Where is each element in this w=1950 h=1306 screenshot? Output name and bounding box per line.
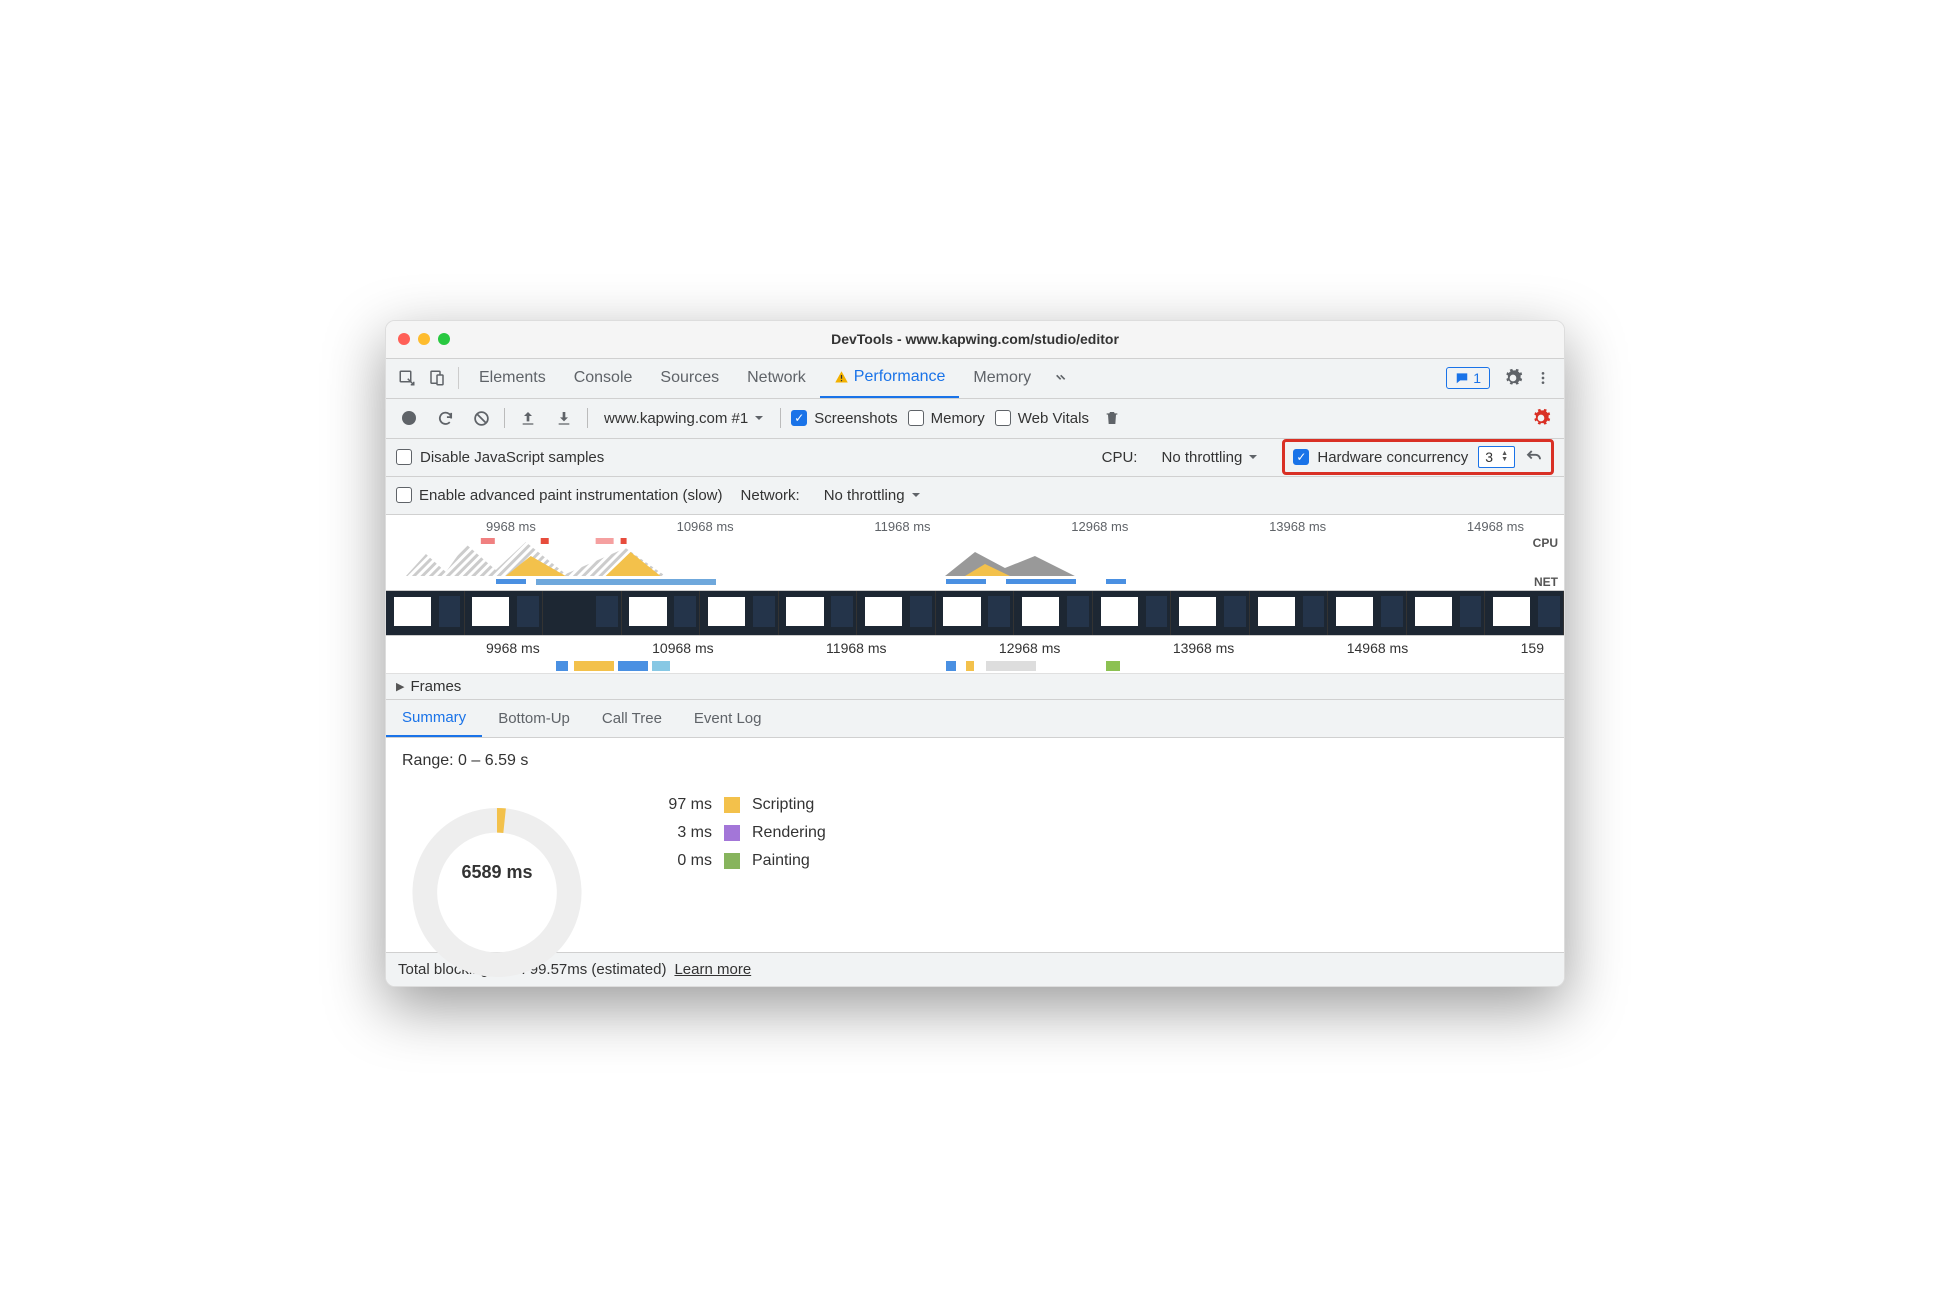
- titlebar: DevTools - www.kapwing.com/studio/editor: [386, 321, 1564, 359]
- chevron-down-icon: [1248, 452, 1258, 462]
- tab-elements[interactable]: Elements: [465, 358, 560, 398]
- learn-more-link[interactable]: Learn more: [674, 961, 751, 978]
- screenshot-thumb[interactable]: [1407, 591, 1486, 635]
- inspect-icon[interactable]: [392, 363, 422, 393]
- reload-button[interactable]: [432, 405, 458, 431]
- subtab-bottom-up[interactable]: Bottom-Up: [482, 700, 586, 737]
- net-label: NET: [1534, 575, 1558, 589]
- screenshot-thumb[interactable]: [700, 591, 779, 635]
- window-title: DevTools - www.kapwing.com/studio/editor: [386, 331, 1564, 347]
- summary-donut: 6589 ms: [402, 788, 592, 938]
- checkbox-icon: [908, 410, 924, 426]
- net-overview[interactable]: NET: [386, 576, 1564, 590]
- screenshot-thumb[interactable]: [1485, 591, 1564, 635]
- hw-concurrency-checkbox[interactable]: Hardware concurrency: [1293, 449, 1468, 466]
- detail-subtabs: Summary Bottom-Up Call Tree Event Log: [386, 700, 1564, 738]
- more-tabs-icon[interactable]: [1045, 363, 1075, 393]
- donut-center-value: 6589 ms: [402, 862, 592, 883]
- main-tabs: Elements Console Sources Network Perform…: [386, 359, 1564, 399]
- webvitals-checkbox[interactable]: Web Vitals: [995, 410, 1089, 427]
- tab-performance[interactable]: Performance: [820, 358, 960, 398]
- checkbox-icon: [396, 449, 412, 465]
- screenshots-checkbox[interactable]: Screenshots: [791, 410, 897, 427]
- frames-section-toggle[interactable]: ▶ Frames: [386, 674, 1564, 700]
- memory-checkbox[interactable]: Memory: [908, 410, 985, 427]
- screenshot-thumb[interactable]: [386, 591, 465, 635]
- swatch-rendering: [724, 825, 740, 841]
- checkbox-icon: [396, 487, 412, 503]
- perf-toolbar: www.kapwing.com #1 Screenshots Memory We…: [386, 399, 1564, 439]
- messages-badge[interactable]: 1: [1446, 367, 1490, 389]
- undo-icon[interactable]: [1525, 448, 1543, 466]
- devtools-window: DevTools - www.kapwing.com/studio/editor…: [385, 320, 1565, 987]
- screenshot-thumb[interactable]: [857, 591, 936, 635]
- settings-icon[interactable]: [1498, 363, 1528, 393]
- download-button[interactable]: [551, 405, 577, 431]
- legend-row: 97 ms Scripting: [652, 796, 826, 814]
- delete-button[interactable]: [1099, 405, 1125, 431]
- chevron-down-icon: [754, 413, 764, 423]
- tab-memory[interactable]: Memory: [959, 358, 1045, 398]
- network-throttling-dropdown[interactable]: No throttling: [818, 487, 927, 504]
- summary-legend: 97 ms Scripting 3 ms Rendering 0 ms Pain…: [652, 788, 826, 870]
- kebab-menu-icon[interactable]: [1528, 363, 1558, 393]
- screenshot-thumb[interactable]: [543, 591, 622, 635]
- tab-sources[interactable]: Sources: [646, 358, 733, 398]
- disable-js-samples-checkbox[interactable]: Disable JavaScript samples: [396, 449, 604, 466]
- subtab-summary[interactable]: Summary: [386, 700, 482, 737]
- screenshot-thumb[interactable]: [1250, 591, 1329, 635]
- swatch-scripting: [724, 797, 740, 813]
- options-row-2: Enable advanced paint instrumentation (s…: [386, 477, 1564, 515]
- screenshot-thumb[interactable]: [1093, 591, 1172, 635]
- capture-settings-icon[interactable]: [1528, 405, 1554, 431]
- legend-row: 3 ms Rendering: [652, 824, 826, 842]
- divider: [504, 408, 505, 428]
- flame-mini-row[interactable]: [386, 660, 1564, 674]
- divider: [458, 367, 459, 389]
- filmstrip[interactable]: [386, 590, 1564, 636]
- record-button[interactable]: [396, 405, 422, 431]
- screenshot-thumb[interactable]: [1014, 591, 1093, 635]
- subtab-call-tree[interactable]: Call Tree: [586, 700, 678, 737]
- screenshot-thumb[interactable]: [465, 591, 544, 635]
- checkbox-icon: [791, 410, 807, 426]
- network-label: Network:: [741, 487, 800, 504]
- subtab-event-log[interactable]: Event Log: [678, 700, 778, 737]
- upload-button[interactable]: [515, 405, 541, 431]
- swatch-painting: [724, 853, 740, 869]
- chat-icon: [1455, 371, 1469, 385]
- triangle-right-icon: ▶: [396, 680, 404, 693]
- cpu-label: CPU: [1533, 536, 1558, 550]
- screenshot-thumb[interactable]: [1328, 591, 1407, 635]
- screenshot-thumb[interactable]: [779, 591, 858, 635]
- legend-row: 0 ms Painting: [652, 852, 826, 870]
- divider: [780, 408, 781, 428]
- warning-icon: [834, 370, 849, 385]
- clear-button[interactable]: [468, 405, 494, 431]
- cpu-label: CPU:: [1102, 449, 1138, 466]
- detail-ticks: 9968 ms 10968 ms 11968 ms 12968 ms 13968…: [386, 636, 1564, 660]
- options-row-1: Disable JavaScript samples CPU: No throt…: [386, 439, 1564, 477]
- screenshot-thumb[interactable]: [1171, 591, 1250, 635]
- checkbox-icon: [995, 410, 1011, 426]
- cpu-overview[interactable]: CPU: [386, 534, 1564, 576]
- tab-network[interactable]: Network: [733, 358, 820, 398]
- summary-panel: Range: 0 – 6.59 s 6589 ms 97 ms Scriptin…: [386, 738, 1564, 952]
- hw-concurrency-input[interactable]: 3 ▲▼: [1478, 446, 1515, 468]
- tab-console[interactable]: Console: [560, 358, 647, 398]
- enable-paint-instr-checkbox[interactable]: Enable advanced paint instrumentation (s…: [396, 487, 723, 504]
- screenshot-thumb[interactable]: [622, 591, 701, 635]
- target-dropdown[interactable]: www.kapwing.com #1: [598, 410, 770, 427]
- range-label: Range: 0 – 6.59 s: [402, 752, 1548, 770]
- cpu-throttling-dropdown[interactable]: No throttling: [1155, 449, 1264, 466]
- chevron-down-icon: [911, 490, 921, 500]
- divider: [587, 408, 588, 428]
- stepper-icon[interactable]: ▲▼: [1501, 451, 1508, 463]
- checkbox-icon: [1293, 449, 1309, 465]
- screenshot-thumb[interactable]: [936, 591, 1015, 635]
- overview-ticks: 9968 ms 10968 ms 11968 ms 12968 ms 13968…: [386, 515, 1564, 534]
- hardware-concurrency-highlight: Hardware concurrency 3 ▲▼: [1282, 439, 1554, 475]
- device-toggle-icon[interactable]: [422, 363, 452, 393]
